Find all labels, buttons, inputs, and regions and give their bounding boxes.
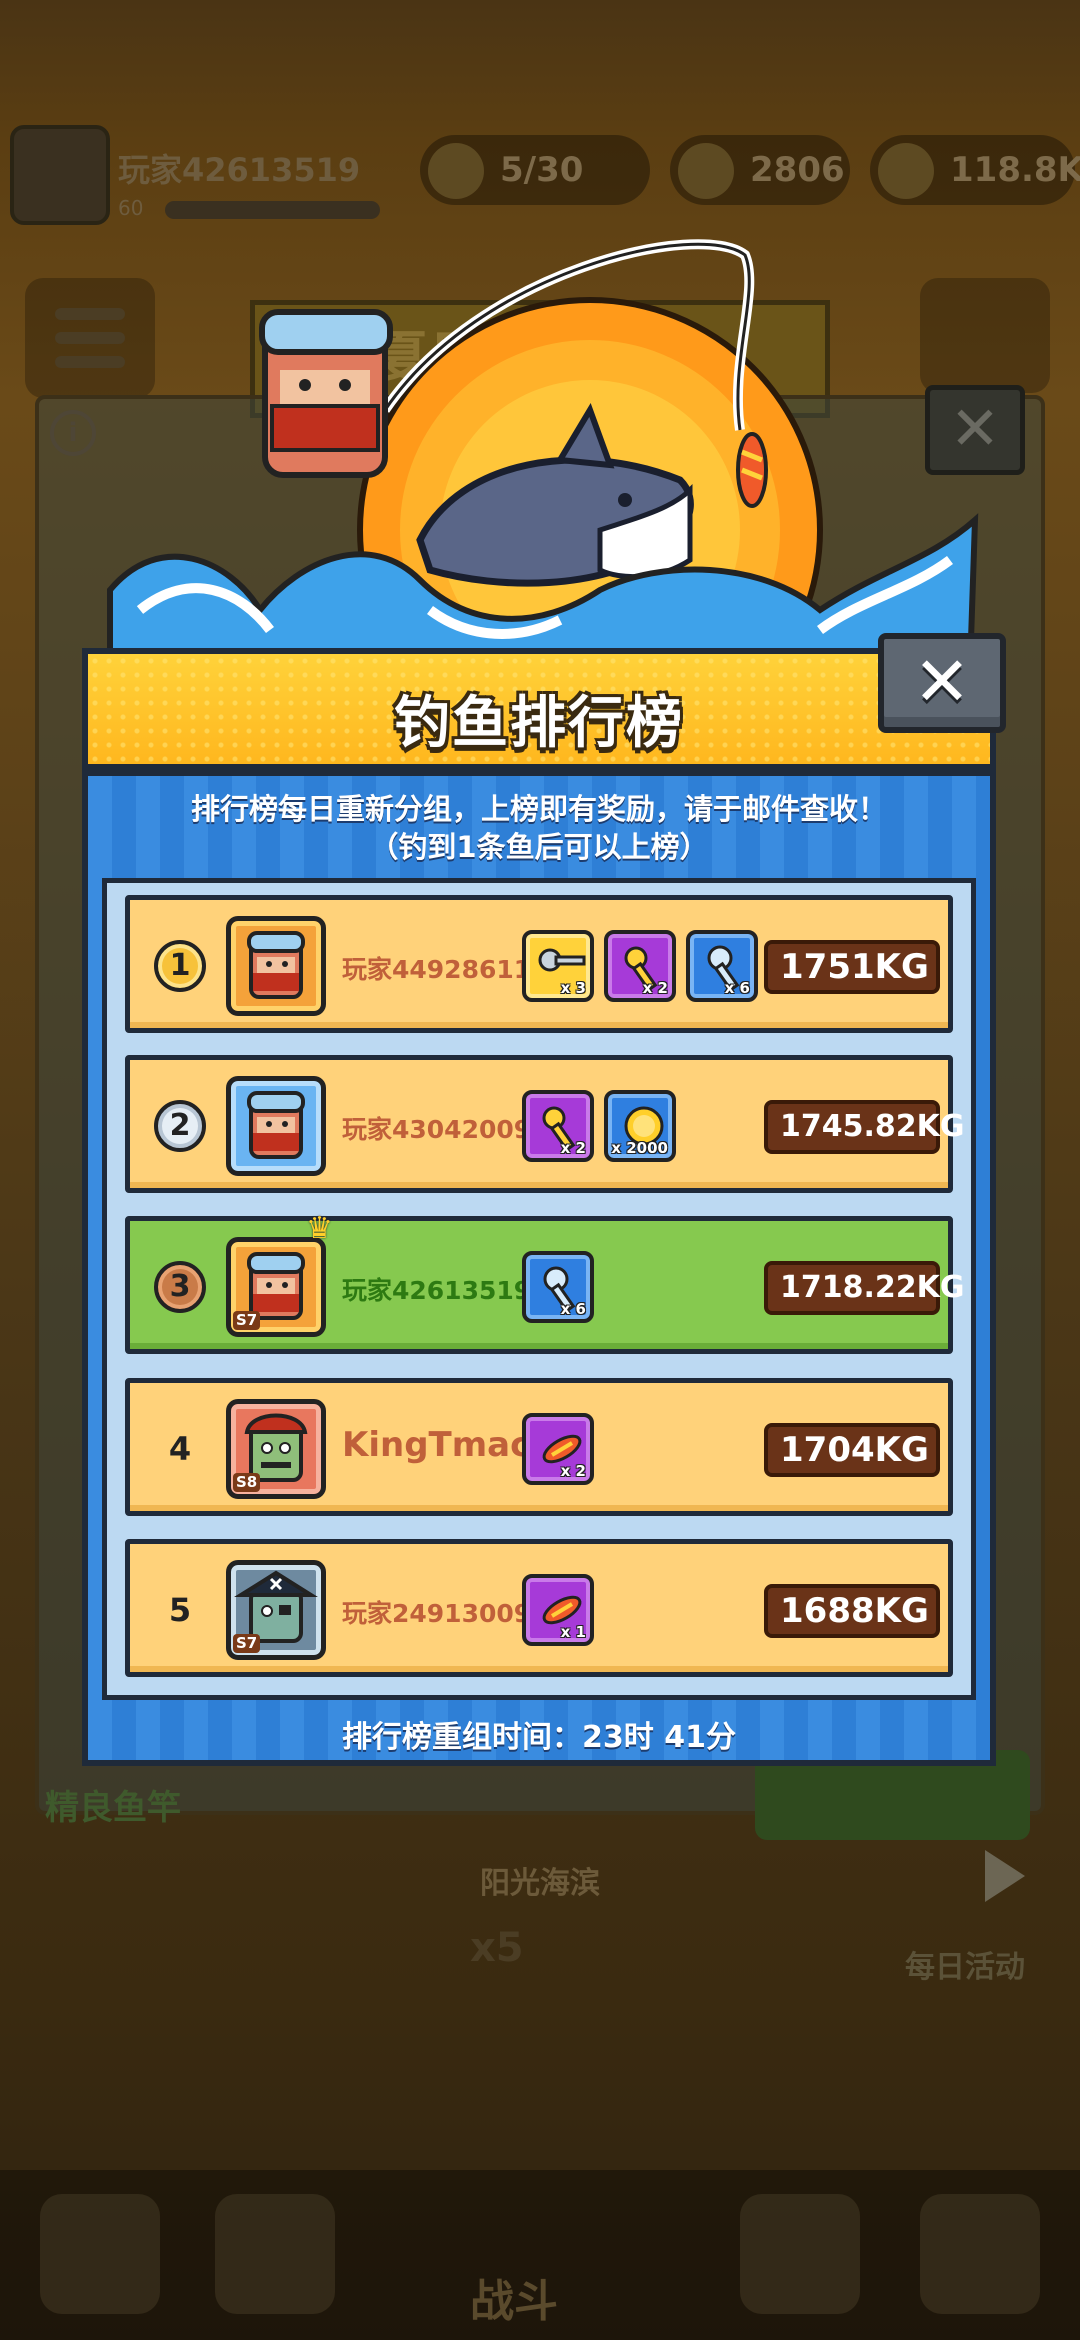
reward-quantity: x 2 [642,979,668,997]
player-name: 玩家42613519 [342,1276,532,1305]
gem-value: 2806 [750,150,845,190]
reward-item[interactable]: x 1 [522,1574,594,1646]
rank-badge: 1 [154,940,206,992]
catch-weight: 1704KG [764,1423,940,1477]
gem-icon [678,143,734,199]
coin-value: 118.8K [950,150,1080,190]
player-avatar[interactable]: S8 [226,1399,326,1499]
player-name: 玩家43042009 [342,1115,532,1144]
leaderboard-row[interactable]: 5 S7 玩家24913009 x 1 1688KG [125,1539,953,1677]
rank-badge: 3 [154,1261,206,1313]
leaderboard-row-current-player[interactable]: 3 S7 ♛ 玩家42613519 x 6 1718.22KG [125,1211,965,1354]
leaderboard-row[interactable]: 1 玩家44928611 x 3 x 2 x 6 1751KG [125,895,953,1033]
catch-weight: 1718.22KG [764,1261,965,1315]
fisherman-avatar-icon [247,1091,305,1159]
fishing-leaderboard-dialog: 钓鱼排行榜 排行榜每日重新分组，上榜即有奖励，请于邮件查收！ （钓到1条鱼后可以… [82,648,996,1766]
reward-item[interactable]: x 2 [522,1090,594,1162]
leaderboard-row[interactable]: 4 S8 KingTmac x 2 1704KG [125,1378,953,1516]
reward-quantity: x 2 [560,1139,586,1157]
player-avatar [10,125,110,225]
fisherman-avatar-icon [247,931,305,999]
reward-item[interactable]: x 2000 [604,1090,676,1162]
energy-counter: 5/30 [420,135,650,205]
location-label: 阳光海滨 [480,1866,600,1901]
catch-weight: 1745.82KG [764,1100,965,1154]
dialog-body: 排行榜每日重新分组，上榜即有奖励，请于邮件查收！ （钓到1条鱼后可以上榜） 1 … [88,776,990,1760]
coin-counter: 118.8K [870,135,1080,205]
season-badge: S8 [233,1473,261,1492]
fight-label: 战斗 [470,2276,558,2327]
player-avatar[interactable] [226,1076,326,1176]
rod-label: 精良鱼竿 [45,1788,181,1828]
player-name: 玩家44928611 [342,955,532,984]
daily-activity-label: 每日活动 [905,1950,1025,1985]
coin-icon [878,143,934,199]
player-avatar[interactable]: S7 [226,1237,326,1337]
lure-icon [736,432,768,508]
close-button[interactable]: ✕ [878,633,1006,733]
reset-timer: 排行榜重组时间：23时 41分 [342,1720,736,1755]
reward-quantity: x 3 [560,979,586,997]
crown-icon: ♛ [306,1211,333,1246]
season-badge: S7 [233,1634,261,1653]
reward-item[interactable]: x 2 [604,930,676,1002]
rank-number: 5 [168,1591,192,1629]
player-name: 玩家24913009 [342,1599,532,1628]
reward-quantity: x 2 [560,1462,586,1480]
energy-value: 5/30 [500,150,584,190]
reward-item[interactable]: x 6 [522,1251,594,1323]
player-avatar[interactable] [226,916,326,1016]
fishing-header-illustration [107,239,979,670]
leaderboard-description: 排行榜每日重新分组，上榜即有奖励，请于邮件查收！ （钓到1条鱼后可以上榜） [88,790,990,866]
rank-number: 4 [168,1430,192,1468]
fisherman-icon [259,309,393,478]
multiplier-label: x5 [470,1925,524,1971]
reward-quantity: x 6 [724,979,750,997]
reward-item[interactable]: x 3 [522,930,594,1002]
catch-weight: 1751KG [764,940,940,994]
description-line-2: （钓到1条鱼后可以上榜） [369,830,709,864]
player-avatar[interactable]: S7 [226,1560,326,1660]
reward-item[interactable]: x 2 [522,1413,594,1485]
season-badge: S7 [233,1311,261,1330]
reward-quantity: x 1 [560,1623,586,1641]
player-name: 玩家42613519 [118,151,361,189]
dialog-title: 钓鱼排行榜 [394,691,684,756]
energy-icon [428,143,484,199]
close-icon: ✕ [913,643,971,722]
reward-quantity: x 6 [560,1300,586,1318]
dialog-header: 钓鱼排行榜 [88,654,990,770]
play-icon [985,1850,1025,1902]
xp-bar [165,201,380,219]
player-name: KingTmac [342,1425,531,1465]
reward-item[interactable]: x 6 [686,930,758,1002]
rank-badge: 2 [154,1100,206,1152]
leaderboard-row[interactable]: 2 玩家43042009 x 2 x 2000 1745.82KG [125,1055,965,1193]
leaderboard-list[interactable]: 1 玩家44928611 x 3 x 2 x 6 1751KG 2 玩家4304… [102,878,976,1700]
description-line-1: 排行榜每日重新分组，上榜即有奖励，请于邮件查收！ [190,792,887,826]
catch-weight: 1688KG [764,1584,940,1638]
reward-quantity: x 2000 [611,1139,668,1157]
gem-counter: 2806 [670,135,850,205]
player-level: 60 [118,196,144,220]
